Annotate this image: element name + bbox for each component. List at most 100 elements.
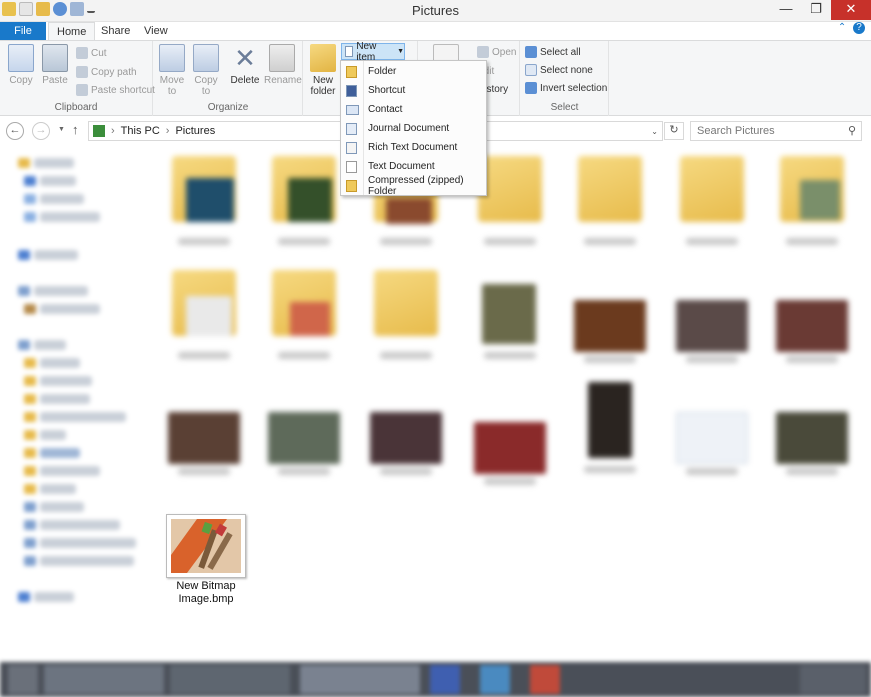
nav-item[interactable]	[40, 538, 136, 548]
file-tile[interactable]	[772, 398, 852, 480]
select-none-button[interactable]: Select none	[525, 64, 593, 76]
delete-button[interactable]: ✕ Delete	[230, 44, 260, 86]
taskbar-app-explorer[interactable]	[44, 665, 164, 694]
minimize-button[interactable]: —	[771, 0, 801, 20]
ribbon-tabs: File Home Share View ⌃ ?	[0, 22, 871, 40]
tab-file[interactable]: File	[0, 22, 46, 40]
file-tile[interactable]	[470, 284, 550, 366]
system-tray[interactable]	[800, 665, 866, 694]
menu-item-contact[interactable]: Contact	[341, 100, 486, 119]
nav-item[interactable]	[40, 556, 134, 566]
nav-item[interactable]	[40, 430, 66, 440]
breadcrumb-pictures[interactable]: Pictures	[175, 125, 215, 137]
taskbar-app-icon[interactable]	[530, 665, 560, 694]
copy-to-button[interactable]: Copy to	[190, 44, 222, 97]
paste-shortcut-button[interactable]: Paste shortcut	[76, 84, 155, 96]
file-tile[interactable]	[570, 286, 650, 368]
menu-item-shortcut[interactable]: Shortcut	[341, 81, 486, 100]
file-list[interactable]: New Bitmap Image.bmp	[152, 146, 871, 662]
tab-view[interactable]: View	[136, 22, 176, 40]
scissors-icon	[76, 47, 88, 59]
file-tile[interactable]	[570, 382, 650, 473]
close-button[interactable]: ✕	[831, 0, 871, 20]
bitmap-file-name[interactable]: New Bitmap Image.bmp	[152, 580, 260, 606]
taskbar-app-chrome[interactable]	[170, 665, 290, 694]
invert-selection-button[interactable]: Invert selection	[525, 82, 607, 94]
paint-brush-icon	[171, 519, 241, 573]
open-button[interactable]: Open	[477, 46, 516, 58]
new-folder-button[interactable]: New folder	[307, 44, 339, 97]
nav-item[interactable]	[40, 194, 84, 204]
copy-path-button[interactable]: Copy path	[76, 66, 137, 78]
menu-item-journal-document[interactable]: Journal Document	[341, 119, 486, 138]
file-tile[interactable]	[264, 264, 344, 359]
address-dropdown-icon[interactable]: ⌄	[651, 127, 658, 136]
file-tile[interactable]	[164, 264, 244, 359]
menu-item-folder[interactable]: Folder	[341, 62, 486, 81]
cut-button[interactable]: Cut	[76, 47, 107, 59]
navigation-pane[interactable]	[0, 146, 150, 662]
file-tile[interactable]	[772, 150, 852, 245]
help-icon[interactable]: ?	[853, 22, 865, 34]
copy-icon	[8, 44, 34, 72]
taskbar-app-icon[interactable]	[480, 665, 510, 694]
select-group: Select all Select none Invert selection …	[521, 41, 609, 116]
file-tile[interactable]	[264, 398, 344, 480]
taskbar-app-icon[interactable]	[430, 665, 460, 694]
nav-item[interactable]	[34, 286, 88, 296]
nav-item[interactable]	[40, 176, 76, 186]
tab-share[interactable]: Share	[93, 22, 138, 40]
nav-item[interactable]	[34, 592, 74, 602]
nav-item[interactable]	[40, 466, 100, 476]
paste-button[interactable]: Paste	[40, 44, 70, 86]
nav-item[interactable]	[40, 376, 92, 386]
nav-item[interactable]	[40, 394, 90, 404]
nav-item-icon	[24, 176, 36, 186]
start-button[interactable]	[8, 665, 38, 694]
file-tile[interactable]	[672, 150, 752, 245]
nav-item[interactable]	[40, 502, 84, 512]
nav-item[interactable]	[40, 358, 80, 368]
select-all-button[interactable]: Select all	[525, 46, 581, 58]
bitmap-file-thumbnail[interactable]	[166, 514, 246, 578]
new-item-button[interactable]: New item ▼	[341, 41, 405, 63]
file-tile[interactable]	[366, 398, 446, 480]
move-to-icon	[159, 44, 185, 72]
nav-item[interactable]	[40, 304, 100, 314]
up-arrow-icon[interactable]: ↑	[72, 122, 79, 137]
nav-item[interactable]	[34, 250, 78, 260]
minimize-ribbon-icon[interactable]: ⌃	[838, 22, 846, 33]
move-to-button[interactable]: Move to	[156, 44, 188, 97]
maximize-button[interactable]: ❐	[801, 0, 831, 20]
file-tile[interactable]	[570, 150, 650, 245]
file-tile[interactable]	[672, 286, 752, 368]
back-button[interactable]: ←	[6, 122, 24, 140]
file-tile[interactable]	[366, 264, 446, 359]
file-tile[interactable]	[470, 408, 550, 490]
tab-home[interactable]: Home	[48, 22, 96, 40]
nav-item-selected[interactable]	[40, 448, 80, 458]
file-tile[interactable]	[164, 150, 244, 245]
copy-button[interactable]: Copy	[4, 44, 38, 86]
recent-locations-icon[interactable]: ▼	[58, 126, 65, 133]
taskbar-app-window[interactable]	[300, 665, 420, 694]
file-tile[interactable]	[264, 150, 344, 245]
nav-item[interactable]	[34, 158, 74, 168]
rename-button[interactable]: Rename	[264, 44, 302, 86]
search-input[interactable]: Search Pictures ⚲	[690, 121, 862, 141]
nav-item[interactable]	[40, 212, 100, 222]
refresh-button[interactable]: ↻	[664, 122, 684, 140]
nav-item[interactable]	[40, 520, 120, 530]
nav-item[interactable]	[34, 340, 66, 350]
nav-item[interactable]	[40, 484, 76, 494]
ribbon-controls[interactable]: ⌃ ?	[838, 22, 865, 34]
file-tile[interactable]	[164, 398, 244, 480]
menu-item-text-document[interactable]: Text Document	[341, 157, 486, 176]
menu-item-rich-text-document[interactable]: Rich Text Document	[341, 138, 486, 157]
nav-item[interactable]	[40, 412, 126, 422]
breadcrumb-this-pc[interactable]: This PC	[121, 125, 160, 137]
file-tile[interactable]	[672, 398, 752, 480]
forward-button[interactable]: →	[32, 122, 50, 140]
menu-item-compressed-folder[interactable]: Compressed (zipped) Folder	[341, 175, 486, 197]
file-tile[interactable]	[772, 286, 852, 368]
